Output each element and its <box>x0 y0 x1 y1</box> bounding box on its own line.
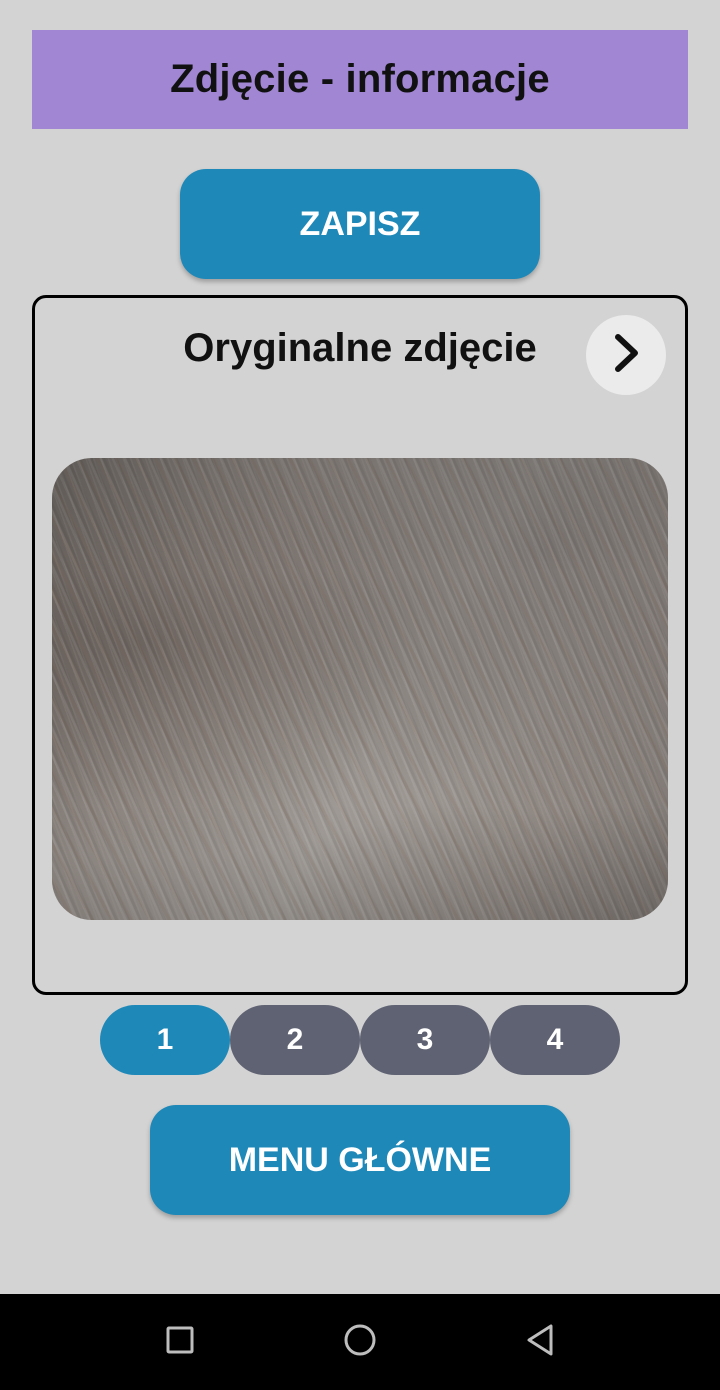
page-tab-4[interactable]: 4 <box>490 1005 620 1075</box>
recents-button[interactable] <box>150 1312 210 1372</box>
page-tab-1[interactable]: 1 <box>100 1005 230 1075</box>
android-navigation-bar <box>0 1294 720 1390</box>
page-tab-3[interactable]: 3 <box>360 1005 490 1075</box>
chevron-right-icon <box>609 333 643 378</box>
home-button[interactable] <box>330 1312 390 1372</box>
header-bar: Zdjęcie - informacje <box>32 30 688 129</box>
back-button[interactable] <box>510 1312 570 1372</box>
page-tab-2[interactable]: 2 <box>230 1005 360 1075</box>
page-selector: 1 2 3 4 <box>100 1005 620 1075</box>
recents-square-icon <box>165 1325 195 1360</box>
back-triangle-icon <box>523 1322 557 1363</box>
page-title: Zdjęcie - informacje <box>170 57 550 101</box>
photo-image <box>52 458 668 920</box>
save-button[interactable]: ZAPISZ <box>180 169 540 279</box>
home-circle-icon <box>342 1322 378 1363</box>
photo-card: Oryginalne zdjęcie <box>32 295 688 995</box>
main-menu-button[interactable]: MENU GŁÓWNE <box>150 1105 570 1215</box>
next-button[interactable] <box>586 315 666 395</box>
